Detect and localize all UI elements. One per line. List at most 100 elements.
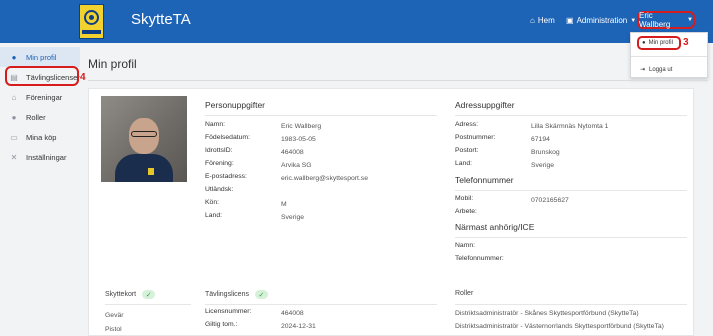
dropdown-profile-label: Min profil: [648, 40, 673, 46]
nav-administration-menu[interactable]: ▣ Administration ▼: [566, 16, 636, 25]
ice-divider: [455, 237, 687, 238]
field-label: Kön:: [205, 199, 219, 206]
dropdown-logout-item[interactable]: ⇥ Logga ut: [640, 66, 673, 74]
user-menu-label: Eric Wallberg: [639, 11, 671, 29]
phone-divider: [455, 190, 687, 191]
dropdown-logout-label: Logga ut: [649, 66, 673, 73]
user-icon: ●: [11, 52, 17, 62]
personal-title: Personuppgifter: [205, 100, 266, 110]
user-icon: ●: [642, 40, 646, 46]
field-value: eric.wallberg@skyttesport.se: [281, 175, 368, 182]
license-label: Tävlingslicens: [205, 291, 249, 298]
role-item: Distriktsadministratör - Skånes Skyttesp…: [455, 310, 639, 317]
roles-title: Roller: [455, 290, 473, 297]
field-label: Namn:: [455, 242, 476, 249]
chevron-down-icon: ▼: [687, 17, 693, 23]
user-dropdown-menu: ● Min profil ⇥ Logga ut: [630, 32, 708, 78]
photo-glasses: [131, 131, 157, 137]
logo-dot: [89, 15, 94, 20]
check-icon: ✓: [254, 290, 268, 299]
field-label: Förening:: [205, 160, 234, 167]
logout-icon: ⇥: [640, 67, 646, 73]
personal-divider: [205, 115, 437, 116]
field-label: Mobil:: [455, 195, 474, 202]
sidebar-item-label: Roller: [26, 112, 46, 122]
sidebar-item-label: Föreningar: [26, 92, 63, 102]
home-icon: ⌂: [530, 16, 535, 25]
sidebar-item-min-profil[interactable]: ● Min profil: [0, 47, 80, 67]
field-label: Utländsk:: [205, 186, 234, 193]
nav-admin-label: Administration: [576, 16, 628, 25]
shooting-card-label: Skyttekort: [105, 291, 137, 298]
field-value: Brunskog: [531, 149, 560, 156]
field-value: M: [281, 201, 287, 208]
field-label: Adress:: [455, 121, 479, 128]
tools-icon: ✕: [10, 152, 18, 162]
field-label: Postnummer:: [455, 134, 496, 141]
photo-body: [115, 154, 173, 182]
check-icon: ✓: [142, 290, 156, 299]
ice-title: Närmast anhörig/ICE: [455, 222, 535, 232]
app-title[interactable]: SkytteTA: [131, 11, 191, 28]
address-title: Adressuppgifter: [455, 100, 515, 110]
field-value: Sverige: [281, 214, 305, 221]
page-title: Min profil: [88, 57, 137, 71]
roles-divider: [455, 304, 687, 305]
field-value: 2024-12-31: [281, 323, 316, 330]
phone-title: Telefonnummer: [455, 175, 514, 185]
profile-card: Personuppgifter Namn: Eric Wallberg Föde…: [88, 88, 694, 336]
sidebar-item-label: Min profil: [26, 52, 57, 62]
photo-badge: [148, 168, 154, 175]
shooting-card-item: Gevär: [105, 312, 124, 319]
sidebar-item-roller[interactable]: ● Roller: [0, 107, 80, 127]
field-label: Land:: [455, 160, 473, 167]
dropdown-profile-item[interactable]: ● Min profil: [637, 36, 681, 50]
user-menu-button[interactable]: Eric Wallberg ▼: [637, 11, 695, 29]
logo-band: [82, 30, 101, 34]
field-value: Arvika SG: [281, 162, 312, 169]
house-icon: ⌂: [11, 92, 17, 102]
sidebar-item-label: Inställningar: [26, 152, 67, 162]
annotation-number-3: 3: [683, 37, 689, 48]
top-navbar: SkytteTA ⌂ Hem ▣ Administration ▼ Eric W…: [0, 0, 713, 43]
chevron-down-icon: ▼: [630, 17, 637, 24]
highlight-frame-licenses: [5, 66, 79, 86]
dropdown-divider: [631, 56, 707, 57]
field-value: 0702165627: [531, 197, 569, 204]
address-divider: [455, 115, 687, 116]
shooting-card-title: Skyttekort ✓: [105, 290, 156, 299]
field-label: Land:: [205, 212, 223, 219]
shooting-card-item: Pistol: [105, 326, 122, 333]
users-icon: ●: [11, 112, 17, 122]
sidebar-item-mina-kop[interactable]: ▭ Mina köp: [0, 127, 80, 147]
nav-home-link[interactable]: ⌂ Hem: [530, 16, 555, 25]
field-value: 464008: [281, 310, 304, 317]
nav-home-label: Hem: [537, 16, 555, 25]
sidebar-item-foreningar[interactable]: ⌂ Föreningar: [0, 87, 80, 107]
field-label: Postort:: [455, 147, 479, 154]
license-title: Tävlingslicens ✓: [205, 290, 268, 299]
field-value: 1983-05-05: [281, 136, 316, 143]
field-label: Arbete:: [455, 208, 477, 215]
field-value: 464008: [281, 149, 304, 156]
field-value: Sverige: [531, 162, 555, 169]
field-label: Telefonnummer:: [455, 255, 504, 262]
annotation-number-4: 4: [80, 72, 86, 83]
role-item: Distriktsadministratör - Västernorrlands…: [455, 323, 664, 330]
license-divider: [205, 304, 437, 305]
field-value: Lilla Skärmnäs Nytomta 1: [531, 123, 609, 130]
field-label: IdrottsID:: [205, 147, 233, 154]
title-divider: [88, 80, 708, 81]
logo[interactable]: [79, 4, 104, 39]
sidebar-item-installningar[interactable]: ✕ Inställningar: [0, 147, 80, 167]
profile-photo: [101, 96, 187, 182]
briefcase-icon: ▣: [566, 16, 574, 25]
roles-label: Roller: [455, 290, 474, 297]
field-label: Giltig tom.:: [205, 321, 238, 328]
field-label: Namn:: [205, 121, 226, 128]
field-label: E-postadress:: [205, 173, 247, 180]
sidebar-item-label: Mina köp: [26, 132, 57, 142]
sidebar: ● Min profil ▤ Tävlingslicenser ⌂ Föreni…: [0, 43, 80, 336]
cart-icon: ▭: [10, 132, 18, 142]
field-label: Födelsedatum:: [205, 134, 250, 141]
